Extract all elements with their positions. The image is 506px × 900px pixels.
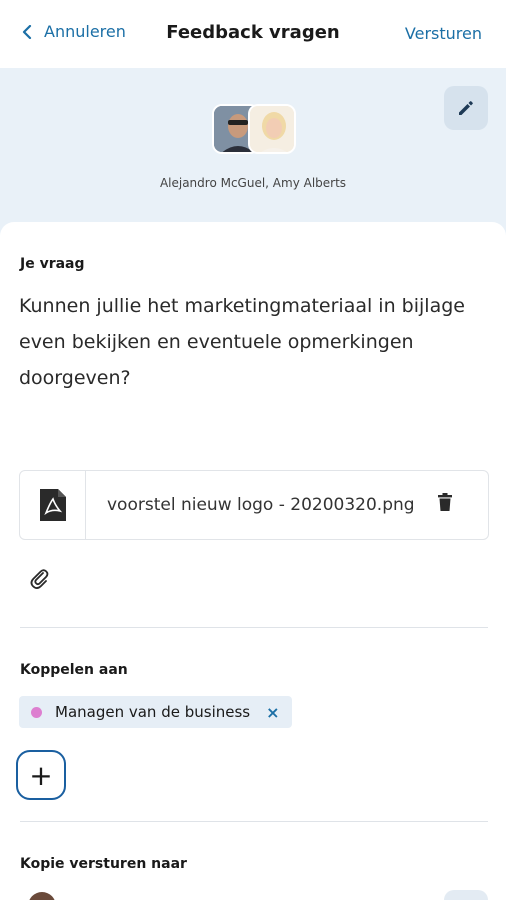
trash-icon <box>438 493 452 511</box>
add-link-button[interactable]: + <box>16 750 66 800</box>
question-label: Je vraag <box>20 256 85 272</box>
add-copy-button[interactable] <box>444 890 488 900</box>
question-text[interactable]: Kunnen jullie het marketingmateriaal in … <box>19 288 489 396</box>
send-button[interactable]: Versturen <box>405 24 482 43</box>
topic-color-dot <box>31 706 42 718</box>
divider <box>20 821 488 822</box>
linked-topic-chip[interactable]: Managen van de business × <box>19 696 292 728</box>
attachment-filename: voorstel nieuw logo - 20200320.png <box>107 495 415 515</box>
plus-icon: + <box>29 758 53 792</box>
recipients-panel: Alejandro McGuel, Amy Alberts <box>0 68 506 238</box>
chip-label: Managen van de business <box>55 703 251 721</box>
delete-attachment-button[interactable] <box>438 493 452 515</box>
divider <box>20 627 488 628</box>
recipient-names: Alejandro McGuel, Amy Alberts <box>159 176 347 190</box>
edit-recipients-button[interactable] <box>444 86 488 130</box>
remove-chip-icon[interactable]: × <box>266 703 279 722</box>
pdf-file-icon <box>39 489 66 521</box>
copy-label: Kopie versturen naar <box>20 856 187 872</box>
pencil-icon <box>459 101 473 115</box>
add-attachment-button[interactable] <box>30 568 50 594</box>
avatar <box>248 104 296 154</box>
attachment-item[interactable]: voorstel nieuw logo - 20200320.png <box>19 470 489 540</box>
top-bar: Annuleren Feedback vragen Versturen <box>0 0 506 68</box>
recipient-avatars[interactable] <box>212 104 298 156</box>
paperclip-icon <box>30 569 49 589</box>
link-label: Koppelen aan <box>20 662 128 678</box>
